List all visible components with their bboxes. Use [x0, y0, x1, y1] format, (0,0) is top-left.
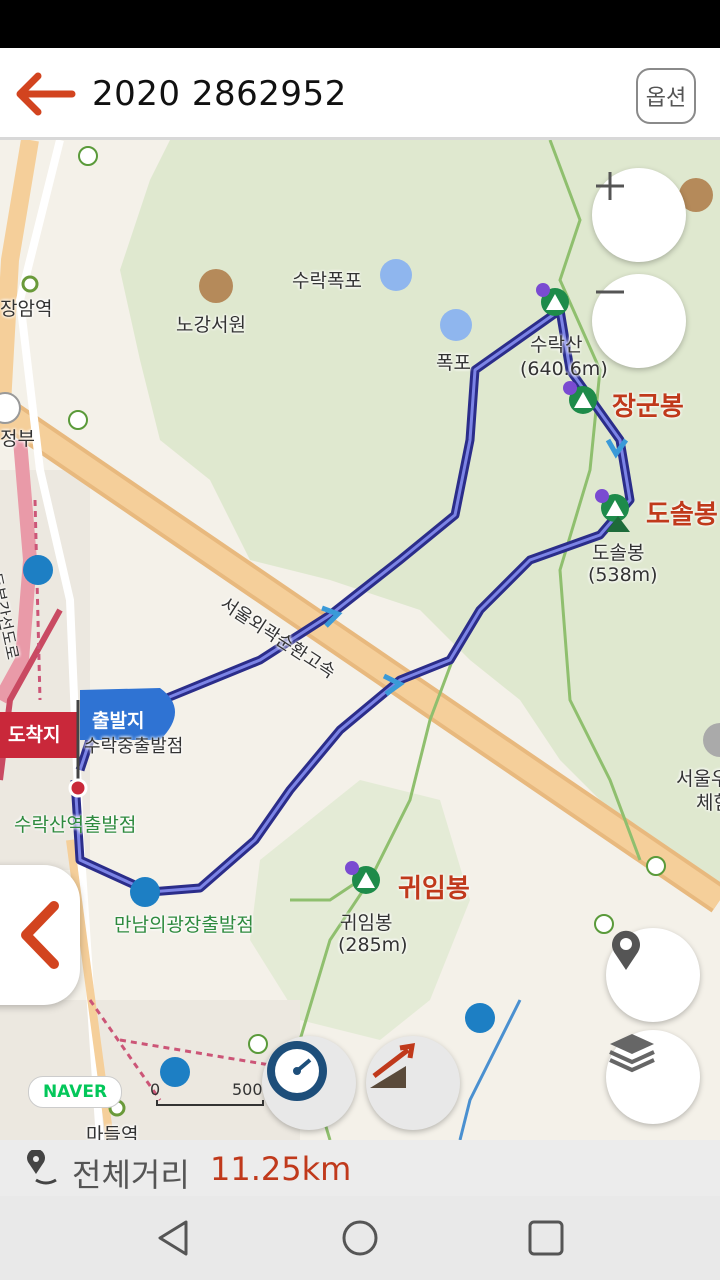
station-marker: [21, 275, 39, 293]
scale-max: 500: [232, 1080, 263, 1099]
map-view[interactable]: 장암역 노강서원 수락폭포 폭포 정부 서울외곽순환고속 장군봉 도솔봉 도솔봉…: [0, 140, 720, 1140]
speedometer-icon: [267, 1041, 327, 1101]
scale-bar: 0 500: [150, 1080, 264, 1106]
status-bar: [0, 0, 720, 48]
trailhead-icon[interactable]: [465, 1003, 495, 1033]
waterfall-icon[interactable]: [440, 309, 472, 341]
plus-icon: [596, 172, 624, 200]
label-mannam-start: 만남의광장출발점: [114, 914, 254, 936]
elevation-button[interactable]: [366, 1036, 460, 1130]
trailhead-icon[interactable]: [130, 877, 160, 907]
layers-icon: [609, 1034, 655, 1073]
label-gwiimbong: 귀임봉: [398, 874, 470, 904]
naver-logo: NAVER: [28, 1076, 122, 1108]
label-surak-station-start: 수락산역출발점: [14, 814, 137, 836]
label-dosolbong-height: (538m): [588, 564, 658, 586]
chevron-left-icon: [21, 901, 59, 969]
minus-icon: [596, 290, 624, 294]
elevation-icon: [370, 1042, 416, 1088]
layers-button[interactable]: [606, 1030, 700, 1124]
label-surak-falls: 수락폭포: [292, 270, 362, 292]
label-gwiimbong-small: 귀임봉: [340, 912, 393, 934]
label-jangunbong: 장군봉: [612, 392, 684, 422]
zoom-in-button[interactable]: [592, 168, 686, 262]
distance-label: 전체거리: [72, 1156, 190, 1194]
nav-back-icon[interactable]: [152, 1216, 196, 1260]
seowon-icon[interactable]: [199, 269, 233, 303]
label-gwiimbong-height: (285m): [338, 934, 408, 956]
label-dosolbong-small: 도솔봉: [592, 542, 645, 564]
label-start-flag: 출발지: [92, 710, 145, 732]
nav-recents-icon[interactable]: [524, 1216, 568, 1260]
route-distance-icon: [27, 1150, 57, 1185]
label-start-point: 수락중출발점: [84, 736, 184, 757]
label-madeul-station: 마들역: [86, 1124, 139, 1140]
location-pin-icon: [612, 930, 640, 970]
option-button[interactable]: 옵션: [636, 68, 696, 124]
label-falls: 폭포: [436, 352, 471, 374]
nav-home-icon[interactable]: [338, 1216, 382, 1260]
scale-zero: 0: [150, 1080, 161, 1099]
label-surak-peak: 수락산: [530, 334, 583, 356]
label-nogang-seowon: 노강서원: [176, 314, 246, 336]
distance-value: 11.25km: [210, 1150, 352, 1188]
label-jeongbu: 정부: [0, 428, 35, 450]
label-dosolbong: 도솔봉: [646, 500, 718, 530]
my-location-button[interactable]: [606, 928, 700, 1022]
back-arrow-icon[interactable]: [14, 72, 76, 116]
zoom-out-button[interactable]: [592, 274, 686, 368]
page-title: 2020 2862952: [92, 74, 347, 114]
distance-bar: 전체거리 11.25km: [0, 1140, 720, 1196]
android-nav-bar: [0, 1196, 720, 1280]
waterfall-icon[interactable]: [380, 259, 412, 291]
label-surak-height: (640.6m): [520, 358, 608, 380]
speedometer-button[interactable]: [262, 1036, 356, 1130]
label-jangam-station: 장암역: [0, 298, 53, 320]
side-panel-toggle[interactable]: [0, 865, 80, 1005]
trailhead-icon[interactable]: [23, 555, 53, 585]
label-museum-right: 체험: [696, 792, 720, 814]
top-header: 2020 2862952 옵션: [0, 48, 720, 140]
label-end-flag: 도착지: [8, 724, 61, 746]
label-seoul-right: 서울우: [676, 768, 720, 790]
